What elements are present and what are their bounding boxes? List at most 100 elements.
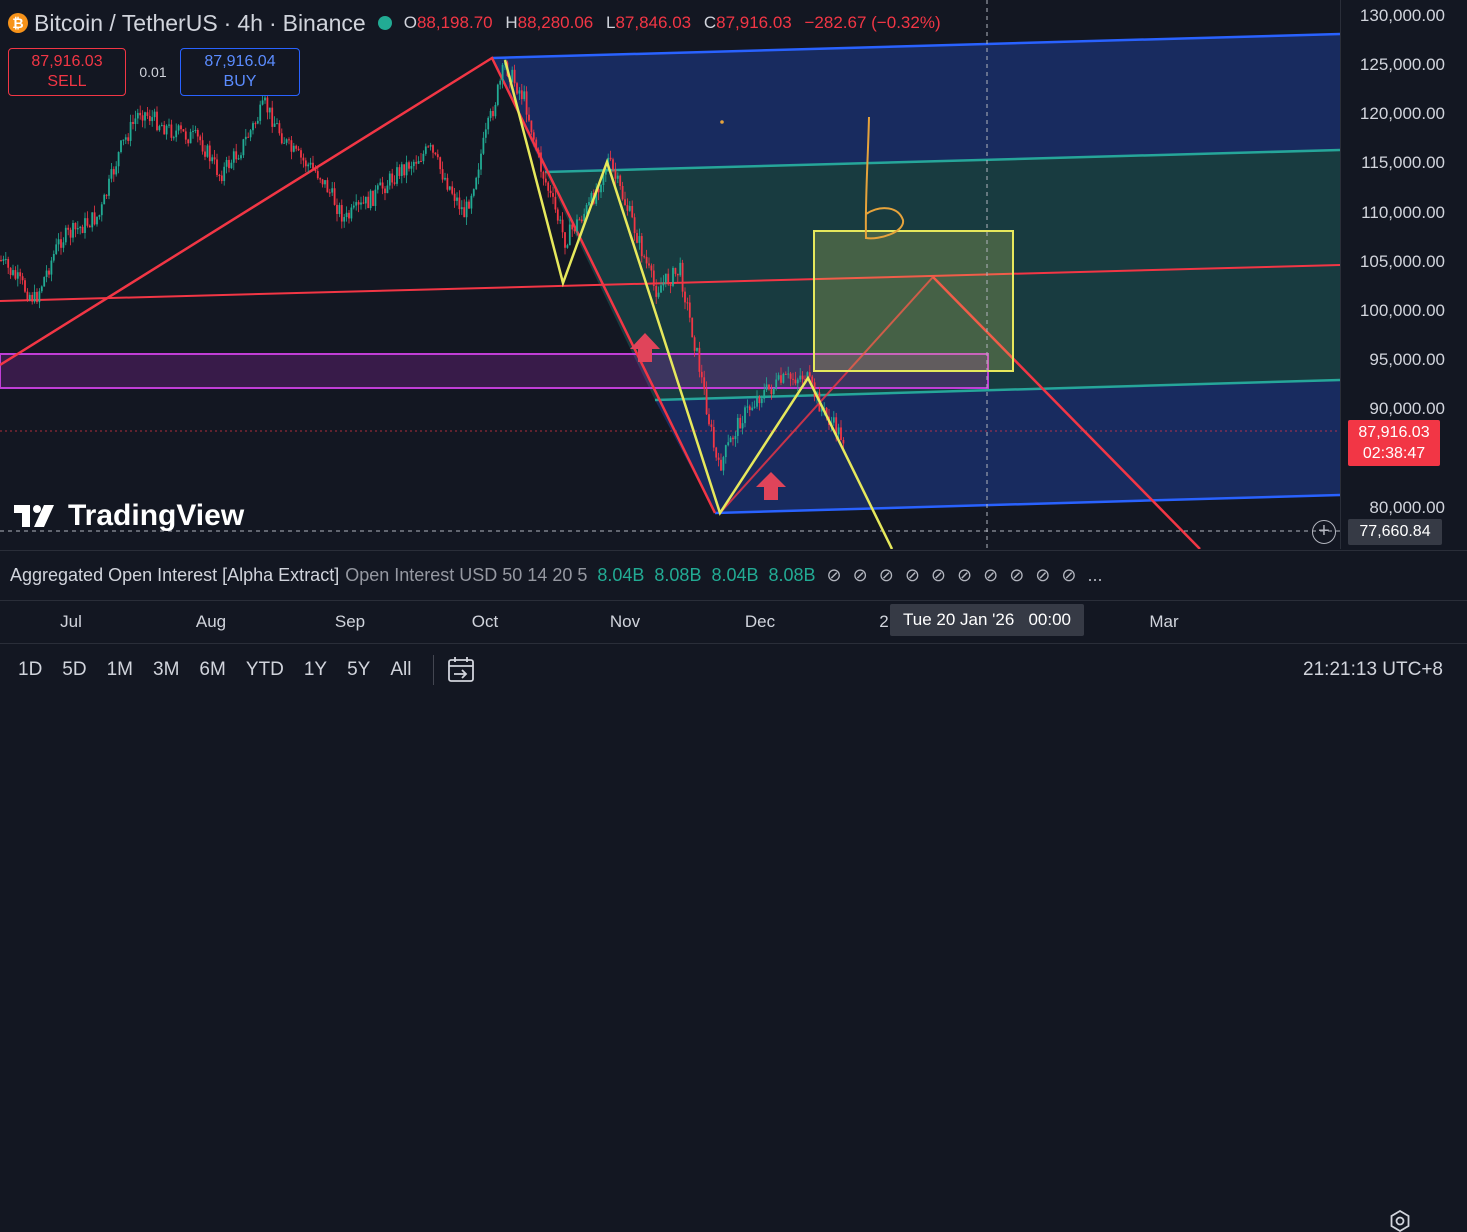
indicator-name[interactable]: Aggregated Open Interest [Alpha Extract] xyxy=(10,565,339,586)
candle-body xyxy=(254,123,257,125)
empty-value-icon: ⊘ xyxy=(1009,565,1025,585)
candle-body xyxy=(396,167,398,184)
chart-pane[interactable]: ₿ Bitcoin / TetherUS · 4h · Binance O88,… xyxy=(0,0,1340,549)
empty-value-icon: ⊘ xyxy=(957,565,973,585)
sell-button[interactable]: 87,916.03 SELL xyxy=(8,48,126,96)
candle-body xyxy=(422,153,425,162)
candle-body xyxy=(340,205,343,222)
header-separator-2: · xyxy=(268,9,277,36)
candle-body xyxy=(194,129,197,131)
sell-label: SELL xyxy=(47,73,87,90)
market-status-icon[interactable] xyxy=(377,16,392,30)
range-1m-button[interactable]: 1M xyxy=(97,659,143,681)
candle-body xyxy=(28,294,31,301)
symbol-name[interactable]: Bitcoin / TetherUS xyxy=(34,10,218,37)
price-tick: 115,000.00 xyxy=(1361,153,1445,172)
clock-timezone[interactable]: 21:21:13 UTC+8 xyxy=(1303,659,1443,681)
candle-body xyxy=(141,115,144,121)
candle-body xyxy=(331,188,334,193)
candle-body xyxy=(326,180,329,193)
price-axis[interactable]: 130,000.00 125,000.00 120,000.00 115,000… xyxy=(1340,0,1467,549)
range-6m-button[interactable]: 6M xyxy=(189,659,235,681)
candle-body xyxy=(696,347,698,351)
range-5d-button[interactable]: 5D xyxy=(52,659,96,681)
range-ytd-button[interactable]: YTD xyxy=(236,659,294,681)
candle-body xyxy=(93,212,96,225)
add-alert-plus-icon[interactable]: + xyxy=(1312,520,1336,544)
bar-countdown: 02:38:47 xyxy=(1362,445,1426,462)
interval[interactable]: 4h xyxy=(237,10,263,37)
candle-body xyxy=(67,227,70,230)
candle-body xyxy=(158,126,161,131)
bitcoin-icon[interactable]: ₿ xyxy=(8,13,28,33)
candle-body xyxy=(580,219,583,222)
candle-body xyxy=(787,373,790,375)
range-3m-button[interactable]: 3M xyxy=(143,659,189,681)
more-values[interactable]: ... xyxy=(1087,565,1102,586)
candle-body xyxy=(50,260,53,275)
candle-body xyxy=(321,179,324,185)
settings-icon[interactable] xyxy=(1389,1210,1411,1232)
candle-body xyxy=(676,273,679,276)
close-value: 87,916.03 xyxy=(716,13,792,32)
time-tick: 2 xyxy=(879,612,889,631)
tradingview-logo-icon xyxy=(14,505,54,527)
candle-body xyxy=(14,270,17,279)
candle-body xyxy=(103,194,106,205)
candle-body xyxy=(144,112,146,121)
candle-body xyxy=(556,209,559,221)
go-to-date-icon[interactable] xyxy=(446,655,476,685)
candle-body xyxy=(520,90,523,100)
candle-body xyxy=(429,145,432,147)
candle-body xyxy=(662,282,665,286)
candle-body xyxy=(357,202,360,205)
tradingview-logo[interactable]: TradingView xyxy=(14,499,244,533)
quick-trade-panel: 87,916.03 SELL 0.01 87,916.04 BUY xyxy=(8,48,300,96)
range-1d-button[interactable]: 1D xyxy=(8,659,52,681)
quantity-field[interactable]: 0.01 xyxy=(126,64,180,80)
candle-body xyxy=(518,90,521,94)
candle-body xyxy=(384,188,386,194)
candle-body xyxy=(568,224,571,246)
candle-body xyxy=(362,202,365,204)
low-value: 87,846.03 xyxy=(615,13,692,32)
candle-body xyxy=(302,157,305,161)
candle-body xyxy=(36,291,38,303)
candle-body xyxy=(4,259,7,261)
candle-body xyxy=(100,204,103,216)
candle-body xyxy=(266,97,269,113)
candle-body xyxy=(69,229,72,238)
candle-body xyxy=(465,201,468,218)
candle-body xyxy=(811,376,814,383)
candle-body xyxy=(112,169,115,175)
candle-body xyxy=(232,151,235,163)
price-tick: 100,000.00 xyxy=(1359,301,1445,320)
candle-body xyxy=(451,186,454,194)
indicator-legend[interactable]: Aggregated Open Interest [Alpha Extract]… xyxy=(0,550,1467,600)
candle-body xyxy=(343,217,346,222)
candle-body xyxy=(168,124,170,126)
candle-body xyxy=(489,110,492,118)
candle-body xyxy=(7,259,10,268)
candle-body xyxy=(86,218,89,226)
empty-value-icon: ⊘ xyxy=(904,565,920,585)
candle-body xyxy=(496,84,499,105)
candle-body xyxy=(314,168,317,172)
candle-body xyxy=(88,225,91,228)
candle-body xyxy=(398,167,401,176)
candle-body xyxy=(542,171,545,179)
candle-body xyxy=(511,69,514,82)
time-axis[interactable]: Jul Aug Sep Oct Nov Dec 2 Mar xyxy=(0,600,1467,1232)
tradingview-logo-text: TradingView xyxy=(68,499,245,532)
candle-body xyxy=(657,292,660,297)
candle-body xyxy=(751,407,754,411)
candle-body xyxy=(163,125,166,135)
buy-button[interactable]: 87,916.04 BUY xyxy=(180,48,300,96)
range-1y-button[interactable]: 1Y xyxy=(294,659,337,681)
bottom-toolbar: 1D 5D 1M 3M 6M YTD 1Y 5Y All 21:21:13 UT… xyxy=(0,643,1467,696)
range-5y-button[interactable]: 5Y xyxy=(337,659,380,681)
candle-body xyxy=(312,162,314,169)
candle-body xyxy=(300,150,302,158)
range-all-button[interactable]: All xyxy=(380,659,421,681)
candle-body xyxy=(52,253,55,261)
